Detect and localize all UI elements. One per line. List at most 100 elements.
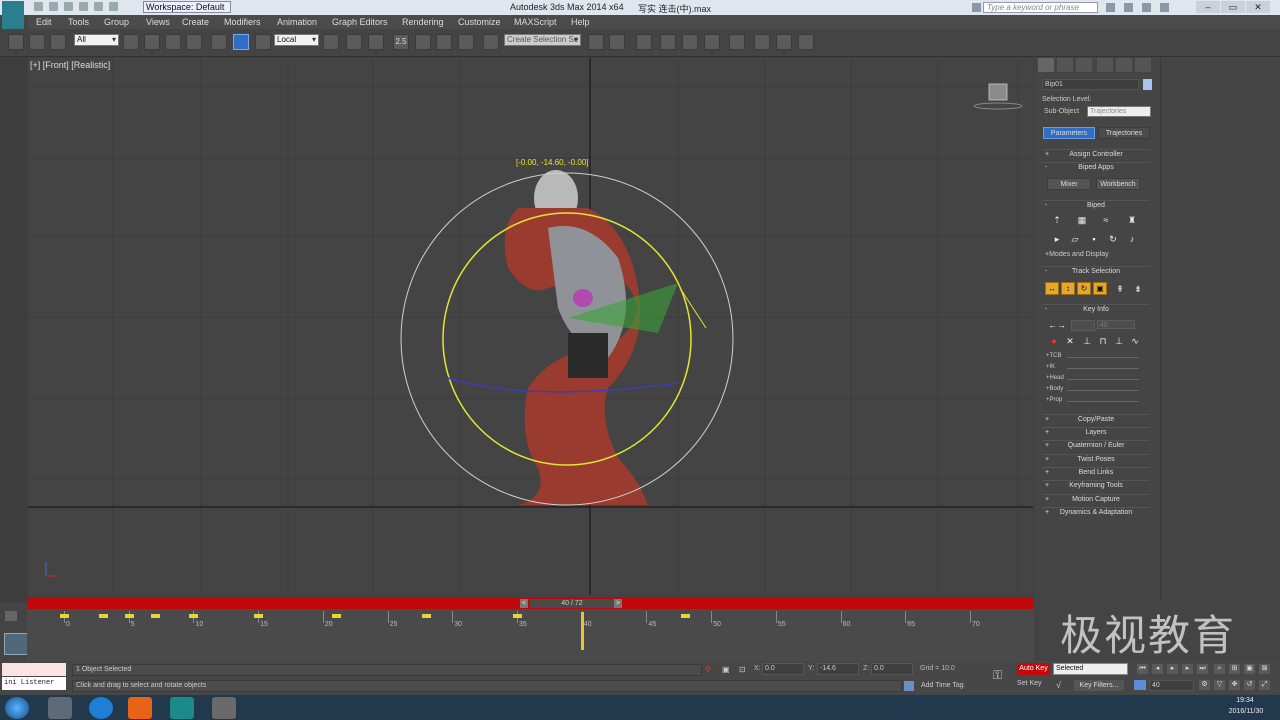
- menu-maxscript[interactable]: MAXScript: [514, 17, 557, 27]
- unlink-icon[interactable]: [29, 34, 45, 50]
- edit-named-selection-icon[interactable]: [483, 34, 499, 50]
- load-file-icon[interactable]: ▱: [1070, 234, 1080, 244]
- key-time-field[interactable]: 40: [1097, 320, 1135, 329]
- orbit-icon[interactable]: ↺: [1244, 680, 1255, 690]
- key-line-head[interactable]: +Head: [1046, 375, 1064, 381]
- time-tag-icon[interactable]: [904, 681, 914, 691]
- isolate-selection-icon[interactable]: ⚲: [705, 665, 711, 674]
- communication-center-icon[interactable]: [1124, 3, 1133, 12]
- open-file-icon[interactable]: [49, 2, 58, 11]
- taskbar-app-icon[interactable]: [48, 697, 72, 719]
- taskbar-app-icon[interactable]: [128, 697, 152, 719]
- key-line-prop[interactable]: +Prop: [1046, 397, 1062, 403]
- delete-key-icon[interactable]: ✕: [1065, 336, 1075, 346]
- rollout-quaternion-euler[interactable]: + Quaternion / Euler: [1042, 440, 1150, 451]
- menu-tools[interactable]: Tools: [68, 17, 89, 27]
- time-configuration-icon[interactable]: ⚙: [1199, 680, 1210, 690]
- goto-end-icon[interactable]: ⏭: [1197, 664, 1208, 674]
- utilities-tab-icon[interactable]: [1135, 58, 1151, 72]
- set-key-icon[interactable]: ●: [1049, 336, 1059, 346]
- field-of-view-icon[interactable]: ▽: [1214, 680, 1225, 690]
- material-editor-icon[interactable]: [729, 34, 745, 50]
- current-frame-field[interactable]: 40: [1149, 680, 1194, 691]
- play-icon[interactable]: ▸: [1167, 664, 1178, 674]
- set-key-mode-icon[interactable]: ⚿: [993, 668, 1002, 683]
- next-frame-icon[interactable]: ▸: [1182, 664, 1193, 674]
- body-horizontal-icon[interactable]: ↔: [1045, 282, 1059, 295]
- opposite-icon[interactable]: ⇟: [1133, 284, 1143, 294]
- create-tab-icon[interactable]: [1038, 58, 1054, 72]
- animation-key[interactable]: [681, 614, 691, 618]
- animation-key[interactable]: [331, 614, 341, 618]
- track-bar-icon[interactable]: [4, 633, 28, 655]
- prev-frame-icon[interactable]: ◂: [1152, 664, 1163, 674]
- modify-tab-icon[interactable]: [1057, 58, 1073, 72]
- workspace-dropdown[interactable]: Workspace: Default: [143, 1, 231, 13]
- menu-graph-editors[interactable]: Graph Editors: [332, 17, 388, 27]
- subobject-dropdown[interactable]: Trajectories: [1087, 106, 1151, 117]
- key-line-body[interactable]: +Body: [1046, 386, 1063, 392]
- key-filters-button[interactable]: Key Filters...: [1074, 680, 1124, 691]
- animation-key[interactable]: [189, 614, 199, 618]
- animation-key[interactable]: [513, 614, 522, 618]
- favorites-icon[interactable]: [1142, 3, 1151, 12]
- menu-modifiers[interactable]: Modifiers: [224, 17, 261, 27]
- parameters-tab[interactable]: Parameters: [1043, 127, 1095, 139]
- animation-key[interactable]: [98, 614, 108, 618]
- y-coordinate-field[interactable]: -14.6: [817, 663, 859, 675]
- absolute-mode-icon[interactable]: ⊡: [739, 665, 746, 674]
- rotate-icon[interactable]: [233, 34, 249, 50]
- selection-lock-icon[interactable]: ▣: [722, 665, 730, 674]
- maximize-viewport-icon[interactable]: ⤢: [1259, 680, 1270, 690]
- 3dsmax-taskbar-icon[interactable]: [170, 697, 194, 719]
- angle-snap-icon[interactable]: [415, 34, 431, 50]
- goto-start-icon[interactable]: ⏮: [1137, 664, 1148, 674]
- redo-icon[interactable]: [94, 2, 103, 11]
- rollout-biped-apps[interactable]: - Biped Apps: [1042, 162, 1150, 173]
- viewcube[interactable]: [973, 83, 1023, 110]
- maximize-button[interactable]: ▭: [1221, 1, 1245, 13]
- select-link-icon[interactable]: [8, 34, 24, 50]
- taskbar-clock[interactable]: 19:34: [1220, 697, 1270, 704]
- taskbar-app-icon[interactable]: [212, 697, 236, 719]
- lock-com-keying-icon[interactable]: ▣: [1093, 282, 1107, 295]
- rollout-motion-capture[interactable]: + Motion Capture: [1042, 494, 1150, 505]
- scale-icon[interactable]: [255, 34, 271, 50]
- menu-rendering[interactable]: Rendering: [402, 17, 444, 27]
- z-coordinate-field[interactable]: 0.0: [871, 663, 913, 675]
- rollout-biped[interactable]: - Biped: [1042, 200, 1150, 211]
- rollout-dynamics-adaptation[interactable]: + Dynamics & Adaptation: [1042, 507, 1150, 518]
- menu-customize[interactable]: Customize: [458, 17, 501, 27]
- undo-icon[interactable]: [79, 2, 88, 11]
- time-slider-prev-arrow[interactable]: <: [520, 599, 528, 608]
- set-planted-key-icon[interactable]: ⊥: [1082, 336, 1092, 346]
- save-file-icon[interactable]: ▪: [1089, 234, 1099, 244]
- render-production-icon[interactable]: [798, 34, 814, 50]
- zoom-all-icon[interactable]: ⊞: [1229, 664, 1240, 674]
- new-file-icon[interactable]: [34, 2, 43, 11]
- footstep-mode-icon[interactable]: ▦: [1077, 215, 1087, 225]
- percent-snap-icon[interactable]: [436, 34, 452, 50]
- window-crossing-icon[interactable]: [186, 34, 202, 50]
- binoculars-icon[interactable]: [1106, 3, 1115, 12]
- biped-playback-icon[interactable]: ▸: [1052, 234, 1062, 244]
- rendered-frame-window-icon[interactable]: [776, 34, 792, 50]
- prev-next-key-icon[interactable]: ←→: [1047, 320, 1067, 330]
- trajectories-tab[interactable]: Trajectories: [1098, 127, 1150, 139]
- key-line-ik[interactable]: +IK: [1046, 364, 1055, 370]
- bind-space-warp-icon[interactable]: [50, 34, 66, 50]
- x-coordinate-field[interactable]: 0.0: [762, 663, 804, 675]
- key-line-tcb[interactable]: +TCB: [1046, 353, 1062, 359]
- zoom-icon[interactable]: ⌕: [1214, 664, 1225, 674]
- graphite-ribbon-icon[interactable]: [660, 34, 676, 50]
- mini-listener[interactable]: ini Listener: [2, 677, 66, 690]
- close-button[interactable]: ✕: [1246, 1, 1270, 13]
- snaps-toggle-icon[interactable]: 2.5: [393, 34, 409, 50]
- auto-key-button[interactable]: Auto Key: [1017, 663, 1050, 675]
- rollout-assign-controller[interactable]: + Assign Controller: [1042, 149, 1150, 160]
- display-tab-icon[interactable]: [1116, 58, 1132, 72]
- menu-edit[interactable]: Edit: [36, 17, 52, 27]
- move-icon[interactable]: [211, 34, 227, 50]
- symmetrical-icon[interactable]: ⇞: [1115, 284, 1125, 294]
- select-by-name-icon[interactable]: [144, 34, 160, 50]
